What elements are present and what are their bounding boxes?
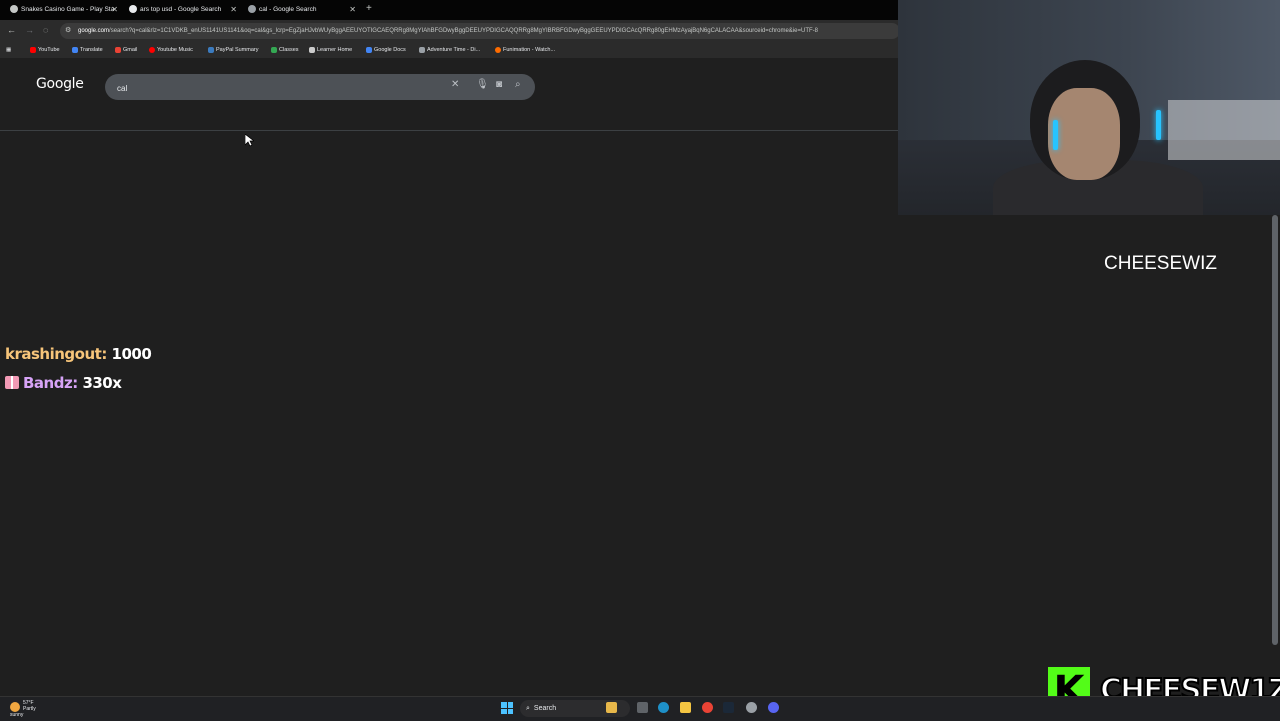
clear-icon[interactable]: ✕ [451, 79, 459, 90]
chat-username: krashingout: [5, 345, 107, 363]
page-icon [419, 46, 425, 53]
tab-snakes-casino[interactable]: Snakes Casino Game - Play Sta ✕ [10, 2, 118, 18]
chat-username: Bandz: [23, 374, 78, 392]
camera-icon[interactable]: ◙ [496, 79, 502, 90]
gmail-icon [115, 46, 121, 53]
edge-icon[interactable] [658, 702, 669, 713]
streamer-name: CHEESEWIZ [1104, 253, 1217, 274]
task-view-icon[interactable] [637, 702, 648, 713]
loading-icon[interactable]: ◌ [43, 25, 48, 35]
site-info-icon[interactable]: ⚙ [65, 26, 71, 34]
search-icon[interactable]: ⌕ [515, 79, 521, 90]
bookmark-translate[interactable]: Translate [72, 42, 103, 58]
close-tab-icon[interactable]: ✕ [349, 2, 356, 18]
learner-icon [309, 46, 315, 53]
google-logo[interactable]: Google [36, 76, 84, 92]
bookmark-gmail[interactable]: Gmail [115, 42, 137, 58]
partly-sunny-icon [10, 702, 20, 712]
youtube-icon [30, 46, 36, 53]
address-bar[interactable]: ⚙ google.com/search?q=cal&rlz=1C1VDKB_en… [60, 23, 900, 39]
bookmark-classes[interactable]: Classes [271, 42, 299, 58]
chat-message: Bandz: 330x [5, 374, 122, 392]
google-favicon-icon [248, 5, 256, 14]
docs-icon [366, 46, 372, 53]
forward-icon[interactable]: → [25, 25, 34, 35]
headset-light-left [1053, 120, 1058, 150]
bookmark-adventure-time[interactable]: Adventure Time - Di... [419, 42, 480, 58]
classes-icon [271, 46, 277, 53]
tab-cal-search[interactable]: cal - Google Search ✕ [248, 2, 356, 18]
chat-message: krashingout: 1000 [5, 345, 152, 363]
tab-title: ars top usd - Google Search [140, 6, 222, 13]
gift-badge-icon [5, 376, 19, 389]
microphone-icon[interactable]: 🎙︎ [476, 79, 489, 90]
chat-text: 1000 [111, 345, 152, 363]
chat-text: 330x [82, 374, 122, 392]
bookmark-youtube[interactable]: YouTube [30, 42, 60, 58]
webcam-person-face [1048, 88, 1120, 180]
search-box[interactable]: ✕ 🎙︎ ◙ ⌕ [105, 74, 535, 100]
windows-start-icon[interactable] [501, 702, 513, 714]
discord-icon[interactable] [768, 702, 779, 713]
file-explorer-icon[interactable] [680, 702, 691, 713]
close-tab-icon[interactable]: ✕ [111, 2, 118, 18]
new-tab-icon[interactable]: + [366, 3, 372, 14]
url-text: google.com/search?q=cal&rlz=1C1VDKB_enUS… [78, 28, 818, 34]
bookmark-google-docs[interactable]: Google Docs [366, 42, 406, 58]
back-icon[interactable]: ← [7, 25, 16, 35]
tab-title: Snakes Casino Game - Play Sta [21, 6, 115, 13]
google-favicon-icon [129, 5, 137, 14]
chrome-icon[interactable] [702, 702, 713, 713]
bookmark-paypal[interactable]: PayPal Summary [208, 42, 259, 58]
search-input[interactable] [115, 79, 439, 97]
steam-icon[interactable] [723, 702, 734, 713]
copilot-icon[interactable] [606, 702, 617, 713]
webcam-feed [898, 0, 1280, 215]
headset-light-right [1156, 110, 1161, 140]
bookmark-youtube-music[interactable]: Youtube Music [149, 42, 193, 58]
paypal-icon [208, 46, 214, 53]
search-icon: ⌕ [526, 705, 530, 712]
weather-widget[interactable]: 57°F Partly sunny [10, 700, 38, 718]
tab-title: cal - Google Search [259, 6, 317, 13]
bookmark-funimation[interactable]: Funimation - Watch... [495, 42, 555, 58]
youtube-music-icon [149, 46, 155, 53]
close-tab-icon[interactable]: ✕ [230, 2, 237, 18]
mouse-cursor-icon [245, 134, 254, 147]
translate-icon [72, 46, 78, 53]
apps-icon[interactable]: ▦ [6, 42, 11, 58]
taskbar: 57°F Partly sunny ⌕ Search [0, 696, 1280, 721]
bookmark-learner-home[interactable]: Learner Home [309, 42, 352, 58]
app-icon[interactable] [746, 702, 757, 713]
google-header: Google ✕ 🎙︎ ◙ ⌕ [0, 58, 898, 131]
funimation-icon [495, 46, 501, 53]
page-scrollbar[interactable] [1272, 215, 1278, 645]
webcam-desk [1168, 100, 1280, 160]
site-favicon-icon [10, 5, 18, 14]
tab-ars-top-usd[interactable]: ars top usd - Google Search ✕ [129, 2, 237, 18]
